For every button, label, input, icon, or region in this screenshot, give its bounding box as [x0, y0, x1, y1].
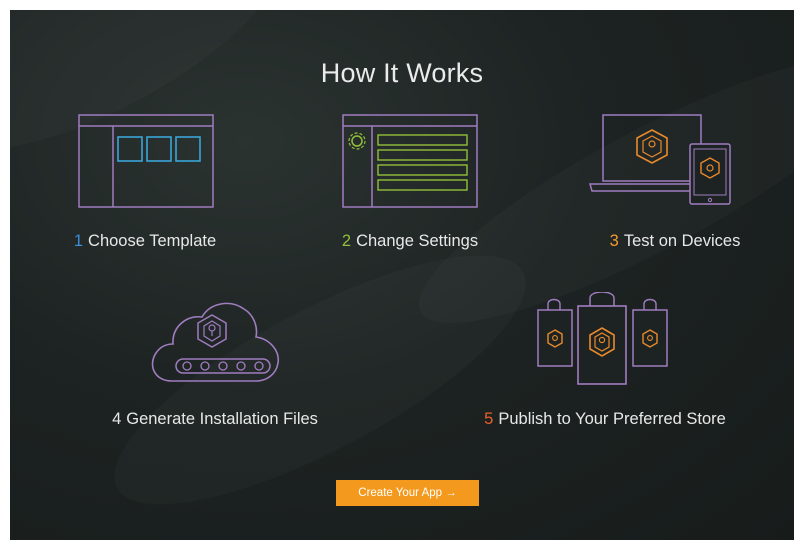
step-2-text: Change Settings [356, 232, 479, 250]
step-1-number: 1 [73, 232, 84, 250]
step-1-text: Choose Template [88, 232, 217, 250]
step-2-number: 2 [341, 232, 352, 250]
step-1-label: 1 Choose Template [50, 232, 240, 251]
settings-window-icon [342, 114, 478, 208]
step-5-number: 5 [484, 410, 494, 428]
step-4-label: 4 Generate Installation Files [70, 410, 360, 429]
step-2-label: 2 Change Settings [315, 232, 505, 251]
step-3-label: 3 Test on Devices [580, 232, 770, 251]
step-3-number: 3 [609, 232, 619, 250]
store-bags-icon [537, 292, 668, 385]
template-window-icon [78, 114, 214, 208]
step-5-text: Publish to Your Preferred Store [498, 410, 726, 428]
section-title: How It Works [320, 58, 484, 88]
step-4-number: 4 [112, 410, 122, 428]
step-4-text: Generate Installation Files [126, 410, 318, 428]
create-your-app-button[interactable]: Create Your App → [336, 480, 479, 506]
cloud-build-icon [151, 302, 280, 382]
step-5-label: 5 Publish to Your Preferred Store [450, 410, 760, 429]
devices-icon [589, 114, 731, 205]
page-frame: How It Works 1 Choose Template 2 Change … [0, 0, 804, 546]
how-it-works-section: How It Works 1 Choose Template 2 Change … [10, 10, 794, 540]
step-3-text: Test on Devices [623, 232, 741, 250]
